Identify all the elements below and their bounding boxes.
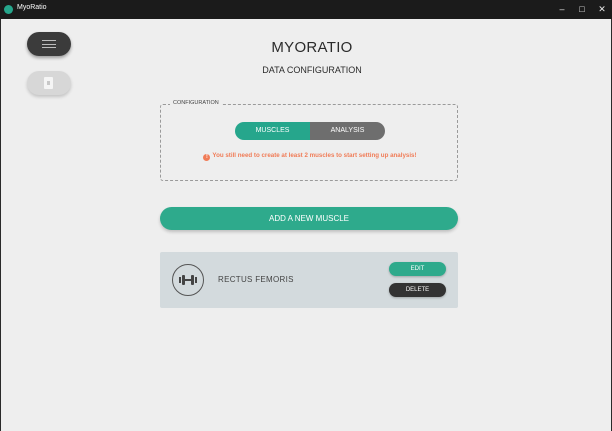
page-subtitle: DATA CONFIGURATION	[262, 65, 362, 75]
window-title: MyoRatio	[17, 4, 47, 11]
dumbbell-icon	[172, 264, 204, 296]
minimize-button[interactable]: –	[552, 0, 572, 19]
add-muscle-button[interactable]: ADD A NEW MUSCLE	[160, 207, 458, 230]
app-title: MYORATIO	[271, 39, 353, 56]
tab-muscles[interactable]: MUSCLES	[235, 122, 310, 140]
file-icon	[44, 77, 53, 89]
title-bar: MyoRatio – □ ✕	[0, 0, 612, 19]
app-window: MYORATIO DATA CONFIGURATION CONFIGURATIO…	[0, 19, 612, 431]
delete-muscle-button[interactable]: DELETE	[389, 283, 446, 297]
maximize-button[interactable]: □	[572, 0, 592, 19]
tab-analysis[interactable]: ANALYSIS	[310, 122, 385, 140]
configuration-toggle: MUSCLES ANALYSIS	[235, 122, 385, 140]
warning-icon: !	[203, 154, 211, 161]
edit-muscle-button[interactable]: EDIT	[389, 262, 446, 276]
muscle-card: RECTUS FEMORIS EDIT DELETE	[160, 252, 458, 308]
warning-message: ! You still need to create at least 2 mus…	[161, 152, 459, 161]
close-button[interactable]: ✕	[592, 0, 612, 19]
app-logo-icon	[4, 5, 13, 14]
muscle-name: RECTUS FEMORIS	[218, 275, 294, 284]
configuration-legend: CONFIGURATION	[170, 100, 222, 106]
configuration-panel: CONFIGURATION MUSCLES ANALYSIS ! You stil…	[160, 100, 459, 181]
warning-text: You still need to create at least 2 musc…	[212, 152, 417, 159]
